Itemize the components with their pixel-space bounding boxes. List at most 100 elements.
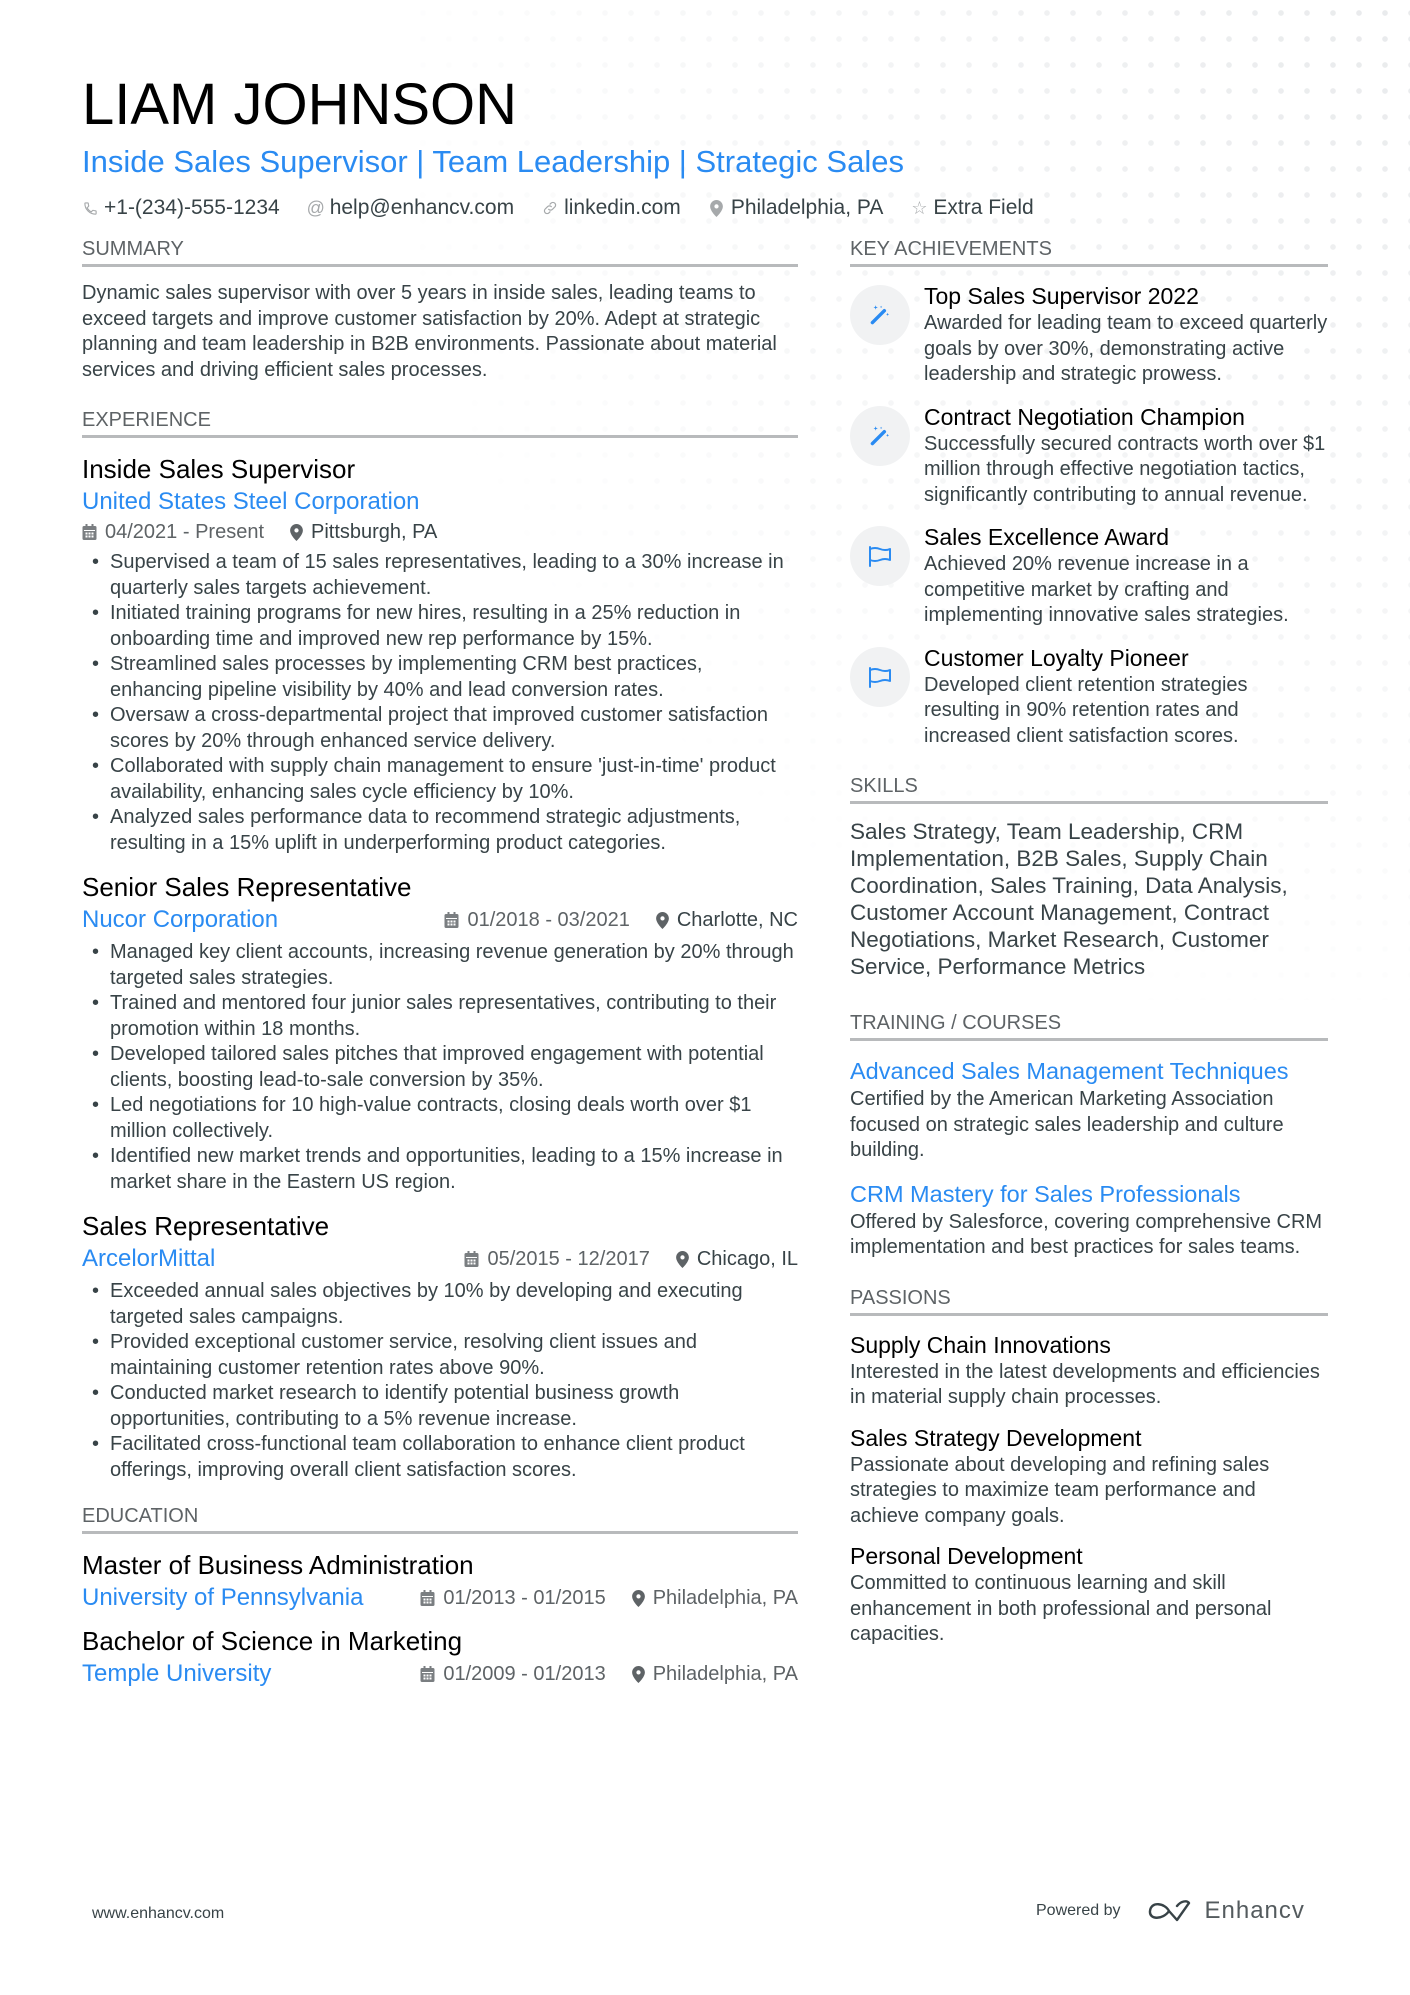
link-icon	[542, 200, 558, 216]
course-title[interactable]: Advanced Sales Management Techniques	[850, 1055, 1328, 1087]
resume-header: LIAM JOHNSON Inside Sales Supervisor | T…	[82, 70, 1328, 220]
achievement-item: Customer Loyalty Pioneer Developed clien…	[850, 643, 1328, 750]
education-dates: 01/2009 - 01/2013	[420, 1660, 606, 1688]
contact-email[interactable]: @ help@enhancv.com	[306, 196, 515, 220]
calendar-icon	[420, 1590, 435, 1606]
job-company[interactable]: United States Steel Corporation	[82, 486, 798, 518]
degree-title: Master of Business Administration	[82, 1550, 474, 1580]
job-bullet: Supervised a team of 15 sales representa…	[82, 550, 798, 601]
education-heading: EDUCATION	[82, 1503, 798, 1534]
calendar-icon	[82, 524, 97, 540]
passion-item: Personal Development Committed to contin…	[850, 1541, 1328, 1648]
achievement-body: Top Sales Supervisor 2022 Awarded for le…	[924, 281, 1328, 388]
job-location-text: Pittsburgh, PA	[311, 521, 438, 543]
job-bullet: Collaborated with supply chain managemen…	[82, 754, 798, 805]
contact-linkedin[interactable]: linkedin.com	[542, 196, 681, 220]
summary-heading: SUMMARY	[82, 236, 798, 267]
job-title: Sales Representative	[82, 1211, 330, 1241]
school-name[interactable]: University of Pennsylvania	[82, 1582, 363, 1614]
job-entry: Sales Representative ArcelorMittal 05/20…	[82, 1209, 798, 1483]
job-bullets: Exceeded annual sales objectives by 10% …	[82, 1279, 798, 1483]
job-entry: Senior Sales Representative Nucor Corpor…	[82, 870, 798, 1195]
education-meta: 01/2013 - 01/2015 Philadelphia, PA	[420, 1584, 798, 1612]
contact-email-text: help@enhancv.com	[329, 196, 515, 219]
star-icon: ☆	[911, 197, 928, 218]
job-entry: Inside Sales Supervisor United States St…	[82, 452, 798, 856]
job-bullet: Streamlined sales processes by implement…	[82, 652, 798, 703]
location-pin-icon	[709, 199, 725, 217]
job-location: Chicago, IL	[675, 1245, 798, 1273]
contact-phone[interactable]: +1-(234)-555-1234	[82, 196, 280, 220]
achievement-title: Top Sales Supervisor 2022	[924, 283, 1199, 309]
education-location-text: Philadelphia, PA	[652, 1587, 798, 1609]
passion-item: Sales Strategy Development Passionate ab…	[850, 1423, 1328, 1530]
job-title: Senior Sales Representative	[82, 872, 412, 902]
right-column: KEY ACHIEVEMENTS Top Sales Supervisor 20…	[850, 236, 1328, 1714]
calendar-icon	[464, 1251, 479, 1267]
contact-location-text: Philadelphia, PA	[730, 196, 884, 219]
calendar-icon	[420, 1666, 435, 1682]
passion-desc: Committed to continuous learning and ski…	[850, 1572, 1272, 1645]
flag-icon	[850, 526, 910, 586]
education-meta: 01/2009 - 01/2013 Philadelphia, PA	[420, 1660, 798, 1688]
job-bullet: Analyzed sales performance data to recom…	[82, 805, 798, 856]
course-desc: Offered by Salesforce, covering comprehe…	[850, 1210, 1323, 1259]
achievements-section: KEY ACHIEVEMENTS Top Sales Supervisor 20…	[850, 236, 1328, 749]
summary-section: SUMMARY Dynamic sales supervisor with ov…	[82, 236, 798, 383]
job-bullet: Oversaw a cross-departmental project tha…	[82, 703, 798, 754]
passion-item: Supply Chain Innovations Interested in t…	[850, 1330, 1328, 1411]
calendar-icon	[444, 912, 459, 928]
achievement-desc: Developed client retention strategies re…	[924, 673, 1248, 747]
job-dates-text: 05/2015 - 12/2017	[487, 1248, 650, 1270]
passions-section: PASSIONS Supply Chain Innovations Intere…	[850, 1285, 1328, 1648]
phone-icon	[82, 201, 98, 216]
school-name[interactable]: Temple University	[82, 1658, 271, 1690]
achievement-title: Contract Negotiation Champion	[924, 403, 1245, 430]
job-meta: 05/2015 - 12/2017 Chicago, IL	[464, 1245, 798, 1273]
location-pin-icon	[655, 911, 669, 929]
flag-icon	[850, 646, 910, 707]
left-column: SUMMARY Dynamic sales supervisor with ov…	[82, 236, 798, 1714]
location-pin-icon	[290, 523, 303, 541]
job-title: Inside Sales Supervisor	[82, 454, 356, 484]
contact-location: Philadelphia, PA	[709, 196, 884, 220]
job-company[interactable]: ArcelorMittal	[82, 1243, 215, 1275]
magic-wand-icon	[850, 405, 910, 466]
achievement-body: Customer Loyalty Pioneer Developed clien…	[924, 643, 1328, 750]
job-bullet: Led negotiations for 10 high-value contr…	[82, 1093, 798, 1144]
job-company-row: ArcelorMittal 05/2015 - 12/2017 Chicago,…	[82, 1243, 798, 1275]
job-company-row: Nucor Corporation 01/2018 - 03/2021 Char…	[82, 904, 798, 936]
achievement-body: Contract Negotiation Champion Successful…	[924, 402, 1328, 509]
education-section: EDUCATION Master of Business Administrat…	[82, 1503, 798, 1690]
powered-by-label: Powered by	[1036, 1902, 1121, 1919]
location-pin-icon	[631, 1665, 645, 1683]
achievement-item: Contract Negotiation Champion Successful…	[850, 402, 1328, 509]
job-location-text: Chicago, IL	[696, 1248, 798, 1270]
brand-name[interactable]: Enhancv	[1205, 1897, 1305, 1925]
job-dates: 01/2018 - 03/2021	[444, 906, 630, 934]
education-entry: Master of Business Administration Univer…	[82, 1548, 798, 1614]
job-company[interactable]: Nucor Corporation	[82, 904, 278, 936]
education-location: Philadelphia, PA	[631, 1584, 798, 1612]
job-dates-text: 01/2018 - 03/2021	[467, 909, 630, 931]
footer-website[interactable]: www.enhancv.com	[92, 1905, 224, 1923]
course-title[interactable]: CRM Mastery for Sales Professionals	[850, 1178, 1328, 1210]
resume-body: SUMMARY Dynamic sales supervisor with ov…	[82, 236, 1328, 1714]
education-dates: 01/2013 - 01/2015	[420, 1584, 606, 1612]
at-icon: @	[306, 197, 325, 218]
job-bullet: Conducted market research to identify po…	[82, 1381, 798, 1432]
location-pin-icon	[675, 1250, 689, 1268]
passion-desc: Passionate about developing and refining…	[850, 1453, 1270, 1527]
contact-linkedin-text: linkedin.com	[564, 196, 681, 219]
achievement-item: Sales Excellence Award Achieved 20% reve…	[850, 522, 1328, 629]
training-heading: TRAINING / COURSES	[850, 1010, 1328, 1041]
job-bullet: Managed key client accounts, increasing …	[82, 940, 798, 991]
education-entry: Bachelor of Science in Marketing Temple …	[82, 1624, 798, 1690]
passion-title: Personal Development	[850, 1543, 1083, 1569]
job-bullets: Managed key client accounts, increasing …	[82, 940, 798, 1195]
passions-heading: PASSIONS	[850, 1285, 1328, 1316]
education-location-text: Philadelphia, PA	[652, 1663, 798, 1685]
footer-branding: Powered by Enhancv	[1036, 1897, 1305, 1925]
course-item: CRM Mastery for Sales Professionals Offe…	[850, 1178, 1328, 1261]
job-meta: 01/2018 - 03/2021 Charlotte, NC	[444, 906, 798, 934]
